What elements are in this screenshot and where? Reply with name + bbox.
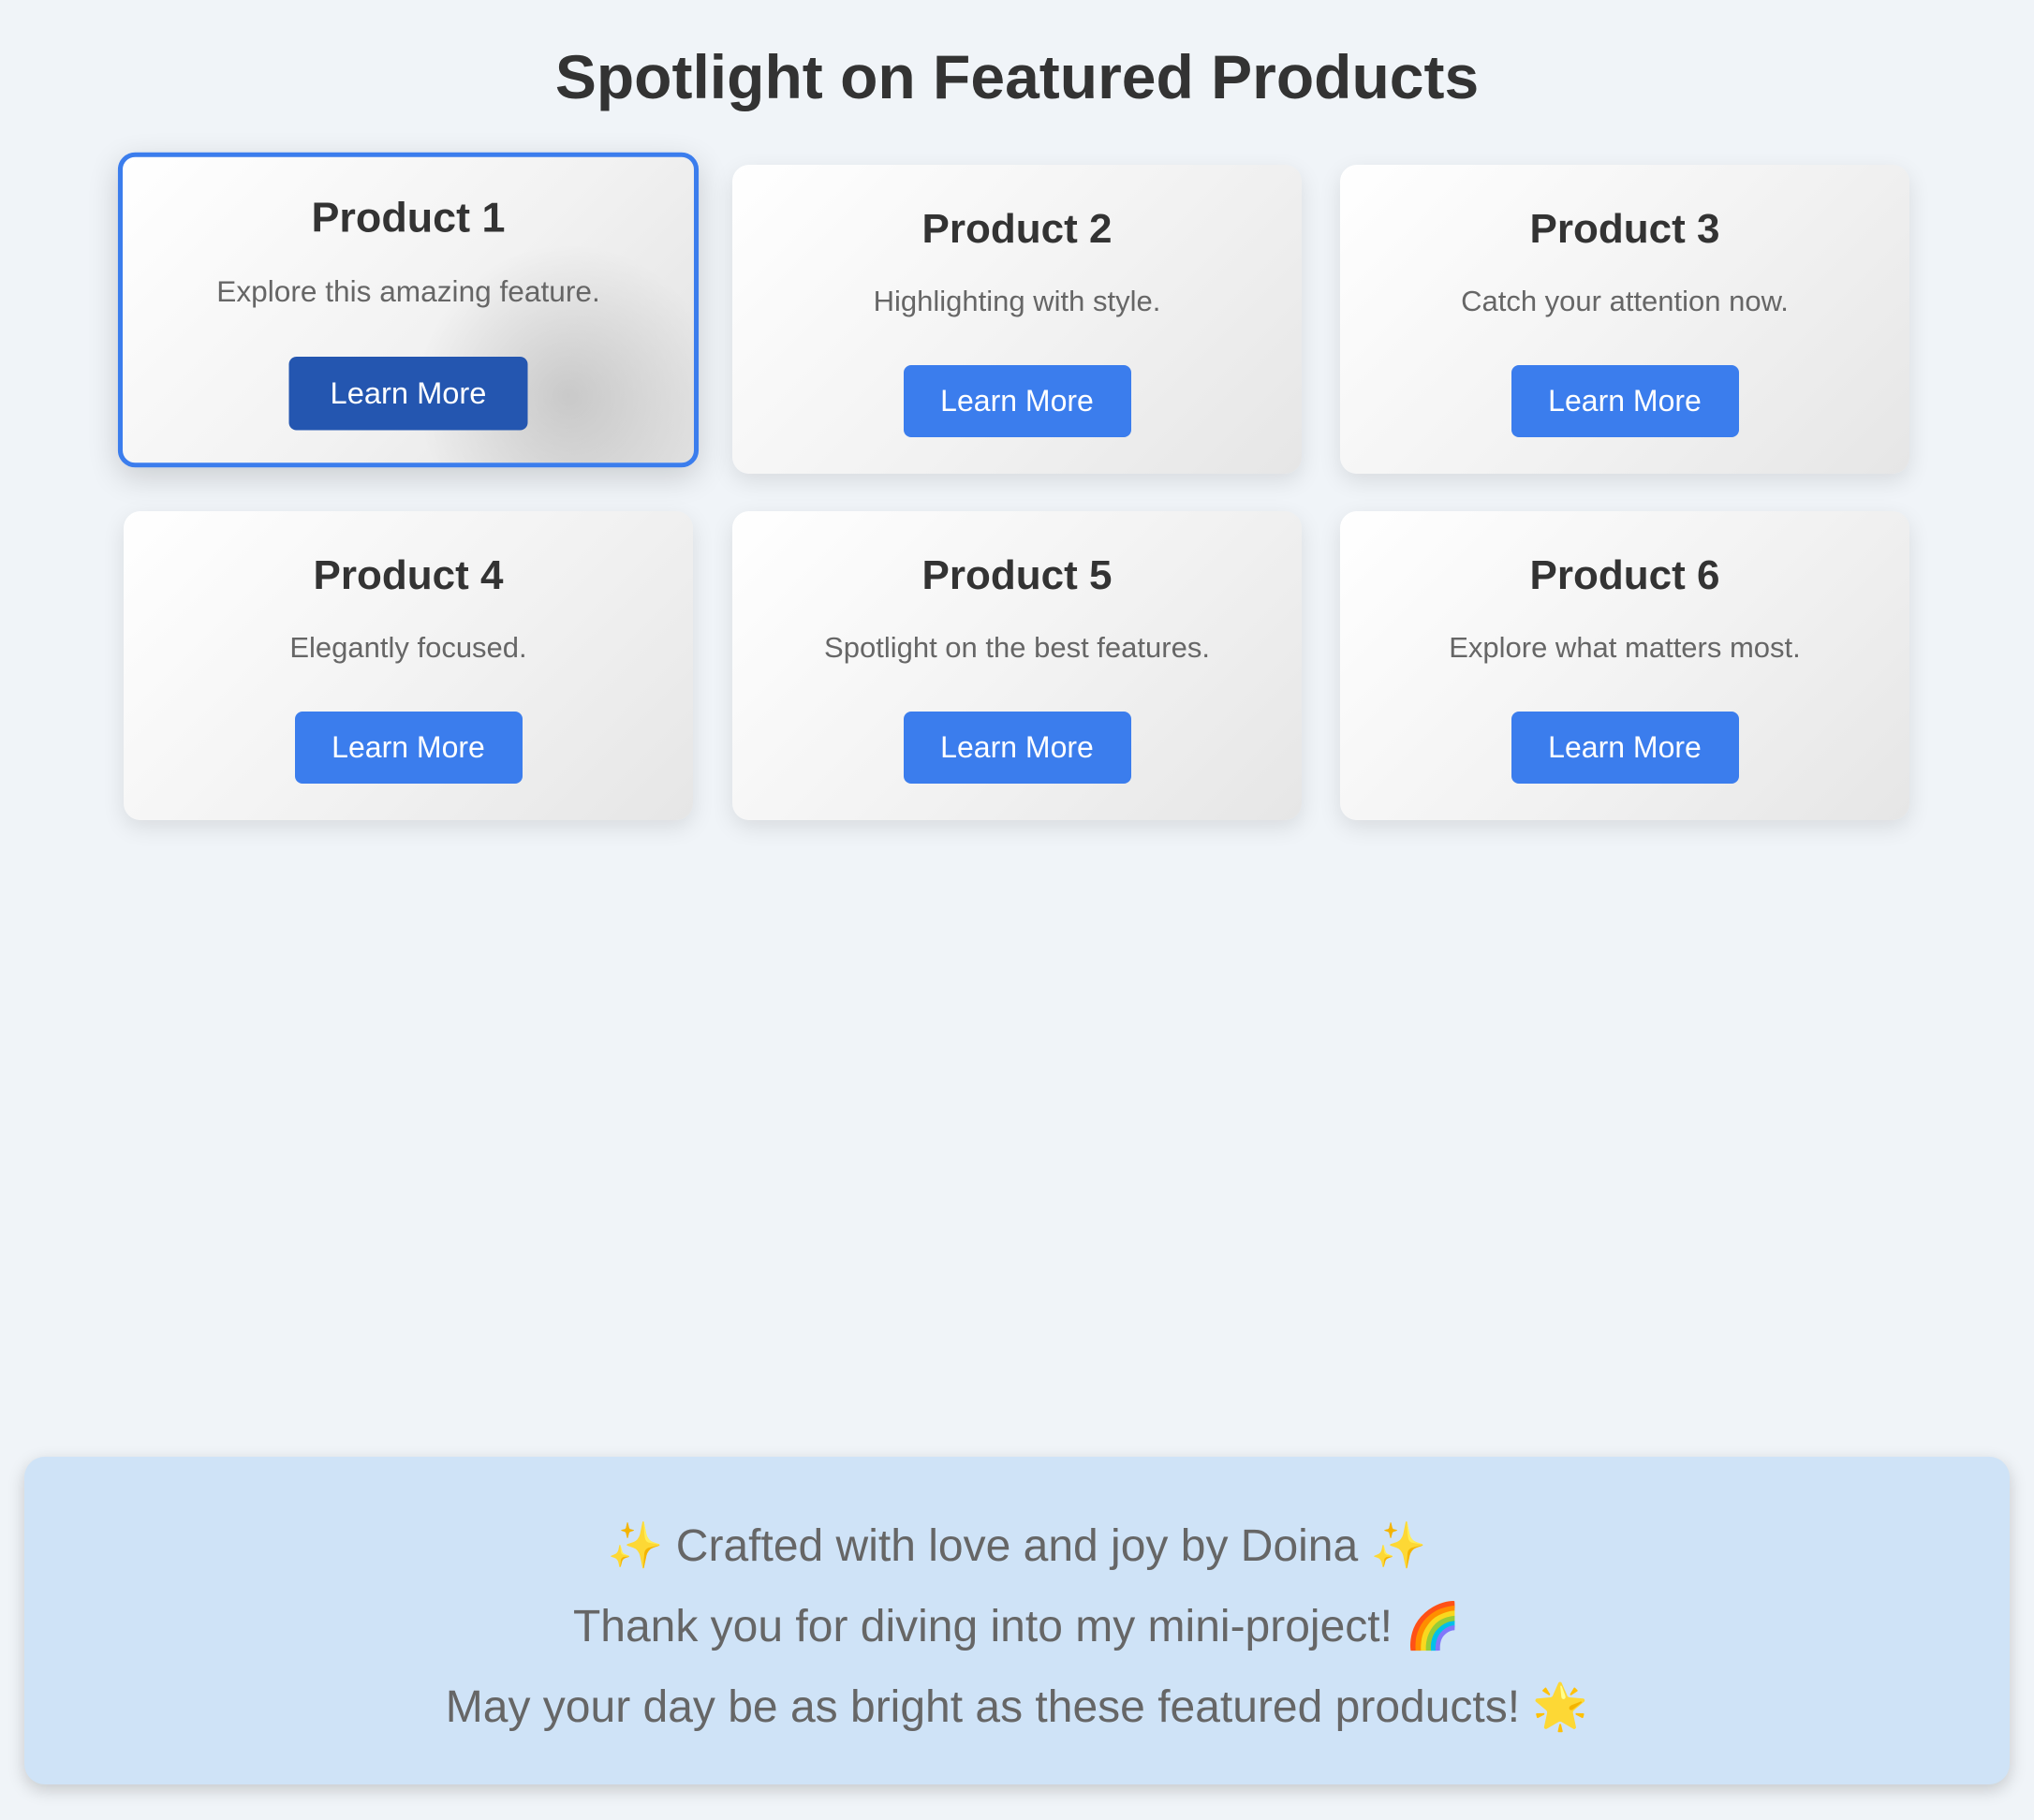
product-card-description: Explore what matters most. [1449,631,1801,664]
footer-thanks-line: Thank you for diving into my mini-projec… [572,1602,1462,1651]
product-card-4[interactable]: Product 4 Elegantly focused. Learn More [124,511,693,820]
page-title: Spotlight on Featured Products [554,42,1480,111]
product-card-description: Spotlight on the best features. [824,631,1210,664]
product-card-1[interactable]: Product 1 Explore this amazing feature. … [117,152,700,468]
learn-more-button[interactable]: Learn More [1511,365,1739,437]
learn-more-button[interactable]: Learn More [1511,712,1739,784]
product-card-description: Explore this amazing feature. [216,274,600,308]
product-card-title: Product 1 [311,194,506,242]
product-card-description: Catch your attention now. [1461,285,1789,317]
footer-wish-line: May your day be as bright as these featu… [445,1682,1589,1732]
product-card-title: Product 6 [1529,552,1720,598]
learn-more-button[interactable]: Learn More [288,356,528,431]
product-card-description: Elegantly focused. [289,631,527,664]
product-card-5[interactable]: Product 5 Spotlight on the best features… [732,511,1302,820]
product-card-title: Product 5 [921,552,1113,598]
product-card-title: Product 2 [921,206,1113,252]
learn-more-button[interactable]: Learn More [903,365,1131,437]
learn-more-button[interactable]: Learn More [294,712,523,784]
product-card-6[interactable]: Product 6 Explore what matters most. Lea… [1340,511,1909,820]
product-card-2[interactable]: Product 2 Highlighting with style. Learn… [732,165,1302,474]
product-card-title: Product 4 [313,552,504,598]
product-card-description: Highlighting with style. [873,285,1161,317]
learn-more-button[interactable]: Learn More [903,712,1131,784]
product-card-title: Product 3 [1529,206,1720,252]
footer: ✨ Crafted with love and joy by Doina ✨ T… [24,1457,2010,1784]
footer-credit-line: ✨ Crafted with love and joy by Doina ✨ [607,1521,1427,1571]
product-card-3[interactable]: Product 3 Catch your attention now. Lear… [1340,165,1909,474]
